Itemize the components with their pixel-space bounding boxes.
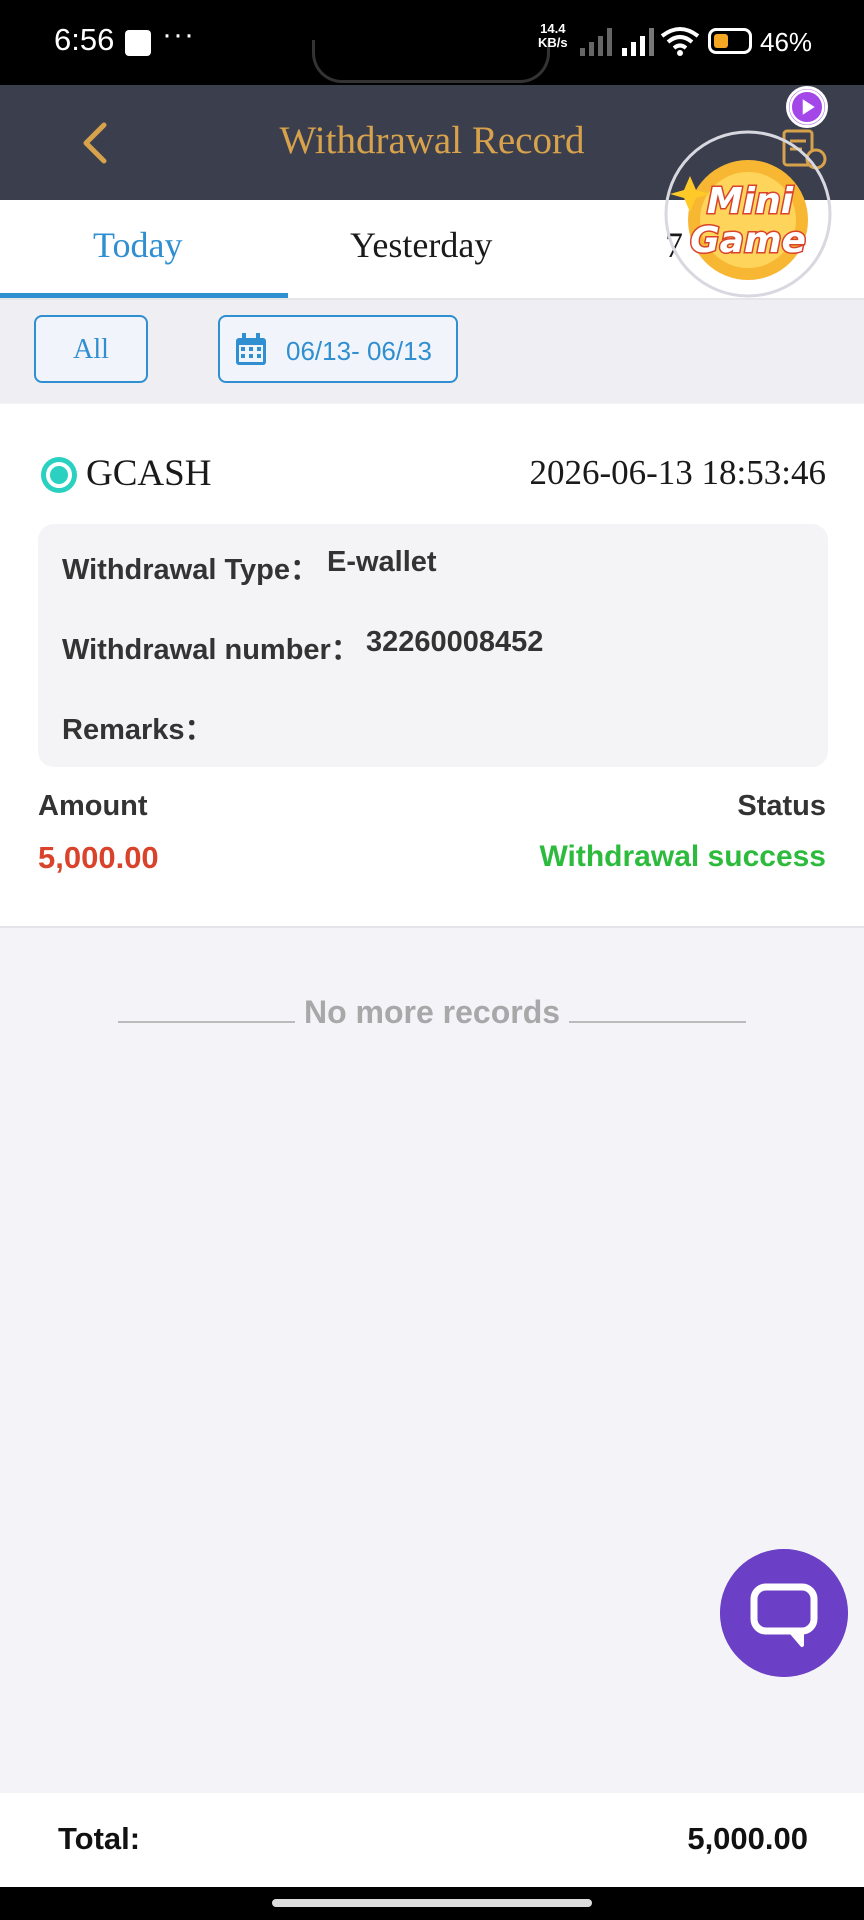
date-range-button[interactable]: 06/13- 06/13 <box>218 315 458 383</box>
play-icon[interactable] <box>786 86 828 128</box>
record-datetime: 2026-06-13 18:53:46 <box>529 453 826 492</box>
signal-icon-2 <box>622 28 654 56</box>
status-value: Withdrawal success <box>539 840 826 873</box>
record-details: Withdrawal Type： E-wallet Withdrawal num… <box>38 524 828 767</box>
withdrawal-type-label: Withdrawal Type： <box>62 554 320 586</box>
total-value: 5,000.00 <box>687 1821 808 1856</box>
status-time: 6:56 <box>54 22 115 57</box>
gcash-icon <box>41 457 77 493</box>
network-speed-unit: KB/s <box>538 35 568 50</box>
active-tab-indicator <box>0 293 288 298</box>
system-nav-bar <box>0 1887 864 1920</box>
withdrawal-method: GCASH <box>86 453 212 494</box>
camera-notch <box>312 40 550 83</box>
withdrawal-record-card[interactable]: GCASH 2026-06-13 18:53:46 Withdrawal Typ… <box>0 404 864 928</box>
date-range-text: 06/13- 06/13 <box>286 336 433 366</box>
list-end-text: No more records <box>303 994 561 1030</box>
mini-game-text-2: Game <box>690 220 806 261</box>
battery-icon <box>708 28 752 54</box>
withdrawal-type-value: E-wallet <box>327 546 437 578</box>
calendar-icon <box>236 333 266 365</box>
more-notifications-icon: ··· <box>162 18 195 51</box>
wifi-icon <box>660 27 700 56</box>
withdrawal-number-value: 32260008452 <box>366 626 544 658</box>
type-filter-button[interactable]: All <box>34 315 148 383</box>
network-speed: 14.4 KB/s <box>538 22 568 50</box>
tab-today[interactable]: Today <box>93 224 182 266</box>
amount-value: 5,000.00 <box>38 840 159 875</box>
total-label: Total: <box>58 1821 141 1856</box>
mini-game-button[interactable]: Mini Game <box>660 128 840 308</box>
signal-icon <box>580 28 612 56</box>
filter-bar: All 06/13- 06/13 <box>0 300 864 403</box>
mini-game-text-1: Mini <box>707 181 794 222</box>
withdrawal-number-label: Withdrawal number： <box>62 634 360 666</box>
home-indicator[interactable] <box>272 1899 592 1907</box>
total-bar: Total: 5,000.00 <box>0 1793 864 1887</box>
notification-icon <box>125 30 151 56</box>
network-speed-value: 14.4 <box>540 21 566 36</box>
status-bar: 6:56 ··· 14.4 KB/s 46% <box>0 0 864 85</box>
amount-label: Amount <box>38 790 148 822</box>
customer-service-chat-button[interactable] <box>720 1549 848 1677</box>
tab-yesterday[interactable]: Yesterday <box>350 224 492 266</box>
battery-percent: 46% <box>760 27 813 57</box>
remarks-label: Remarks： <box>62 714 214 746</box>
status-label: Status <box>737 790 826 822</box>
